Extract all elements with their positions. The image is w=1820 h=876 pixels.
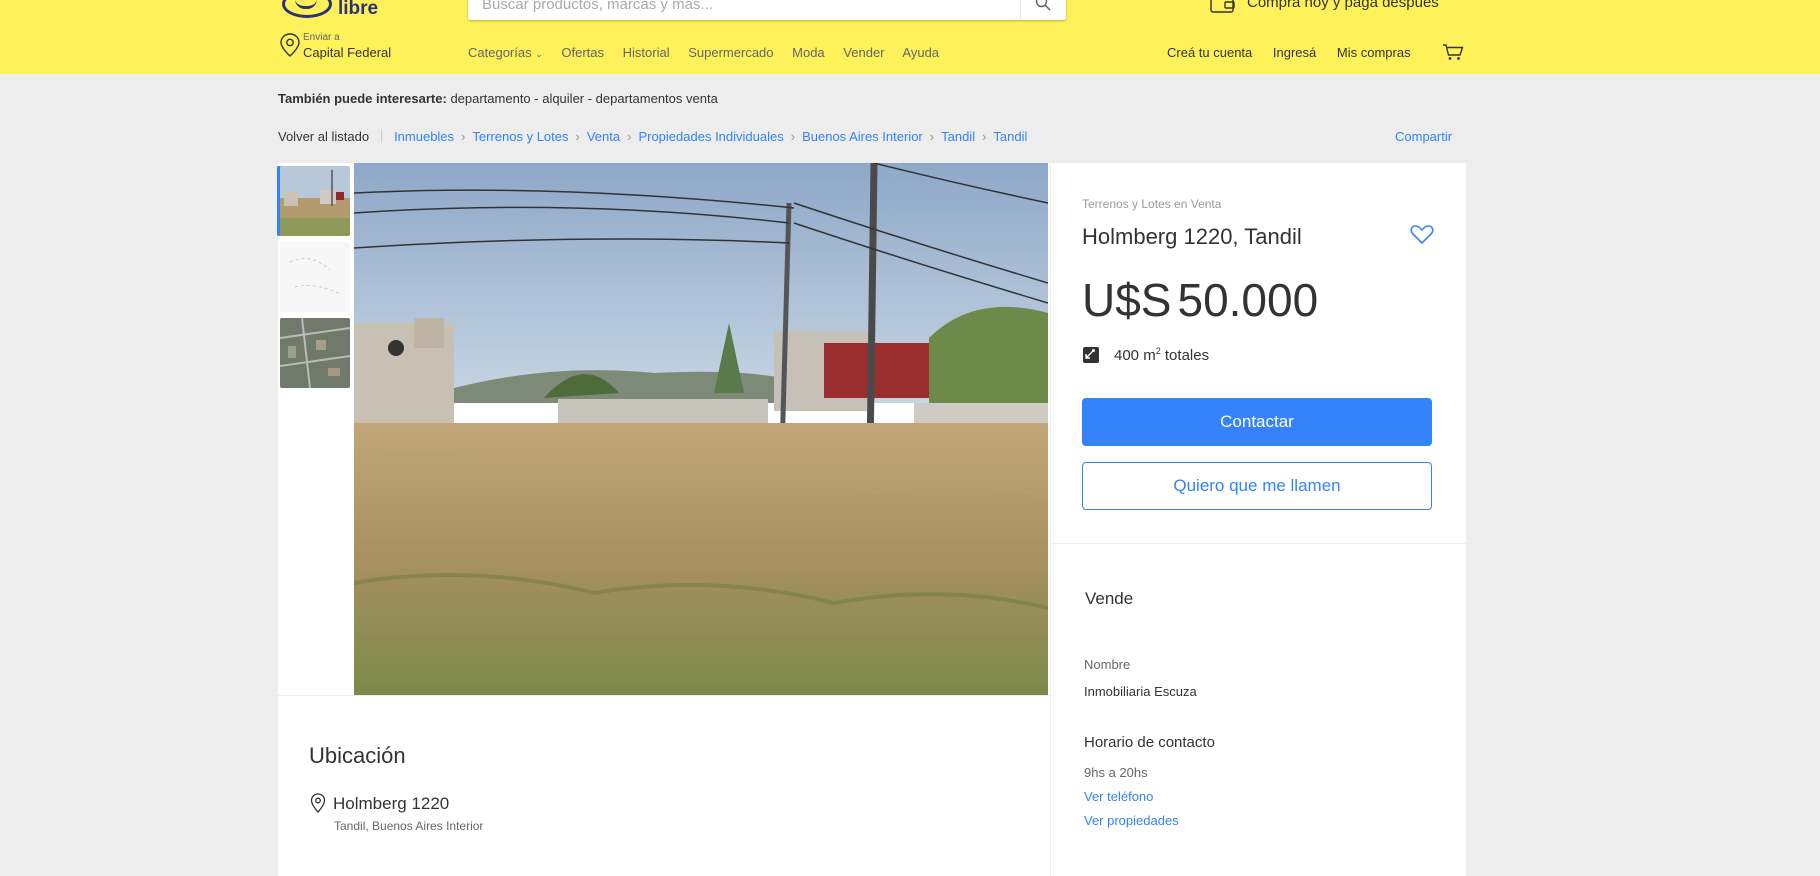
view-phone-link[interactable]: Ver teléfono <box>1084 789 1153 804</box>
wallet-icon <box>1210 0 1235 13</box>
chevron-right-icon: › <box>982 129 987 144</box>
price-amount: 50.000 <box>1177 274 1319 326</box>
divider <box>278 695 1050 696</box>
search-icon <box>1035 0 1051 11</box>
share-link[interactable]: Compartir <box>1395 129 1452 144</box>
cart-button[interactable] <box>1442 43 1464 66</box>
breadcrumb-item[interactable]: Terrenos y Lotes <box>472 129 568 144</box>
nav-label: Categorías <box>468 45 532 60</box>
listing-subtitle: Terrenos y Lotes en Venta <box>1082 197 1222 211</box>
location-title: Ubicación <box>309 743 406 768</box>
handshake-logo-icon <box>282 0 332 18</box>
contact-hours-label: Horario de contacto <box>1084 734 1215 751</box>
contact-button[interactable]: Contactar <box>1082 398 1432 446</box>
search-bar[interactable]: Buscar productos, marcas y más... <box>468 0 1066 20</box>
location-pin-icon <box>310 793 326 813</box>
breadcrumb-item[interactable]: Venta <box>587 129 620 144</box>
ship-label: Enviar a <box>303 32 340 43</box>
nav-supermercado[interactable]: Supermercado <box>688 45 773 60</box>
cart-icon <box>1443 44 1464 60</box>
promo-text: Comprá hoy y pagá después <box>1247 0 1439 11</box>
ship-to-location[interactable]: Enviar a Capital Federal <box>279 32 391 63</box>
seller-name-label: Nombre <box>1084 657 1131 672</box>
main-photo[interactable] <box>354 163 1048 695</box>
breadcrumb-item[interactable]: Inmuebles <box>394 129 454 144</box>
thumbnail-satellite[interactable] <box>280 318 350 388</box>
satellite-thumbnail <box>280 318 350 388</box>
nav-vender[interactable]: Vender <box>843 45 884 60</box>
request-call-button[interactable]: Quiero que me llamen <box>1082 462 1432 510</box>
location-region: Tandil, Buenos Aires Interior <box>334 819 484 833</box>
favorite-heart-icon[interactable] <box>1410 223 1434 245</box>
search-button[interactable] <box>1020 0 1066 20</box>
related-label: También puede interesarte: <box>278 91 447 106</box>
listing-title: Holmberg 1220, Tandil <box>1082 224 1302 249</box>
related-searches: También puede interesarte: departamento … <box>278 91 718 106</box>
chevron-right-icon: › <box>627 129 632 144</box>
breadcrumb: Volver al listado Inmuebles › Terrenos y Lo… <box>278 129 1027 144</box>
breadcrumb-item[interactable]: Tandil <box>993 129 1027 144</box>
mercadolibre-logo[interactable]: libre <box>282 0 382 20</box>
thumbnail-map[interactable] <box>280 242 350 312</box>
seller-title: Vende <box>1085 589 1134 608</box>
account-nav: Creá tu cuenta Ingresá Mis compras <box>1167 45 1428 60</box>
logo-text: libre <box>338 0 379 19</box>
divider <box>1050 163 1051 876</box>
breadcrumb-item[interactable]: Tandil <box>941 129 975 144</box>
nav-ofertas[interactable]: Ofertas <box>561 45 604 60</box>
chevron-right-icon: › <box>790 129 796 144</box>
divider <box>1050 543 1466 544</box>
breadcrumb-item[interactable]: Buenos Aires Interior <box>802 129 923 144</box>
back-to-list-link[interactable]: Volver al listado <box>278 129 369 144</box>
my-purchases-link[interactable]: Mis compras <box>1337 45 1411 60</box>
divider <box>381 129 383 143</box>
nav-categorias[interactable]: Categorías ⌄ <box>468 45 543 60</box>
location-address: Holmberg 1220 <box>333 794 450 813</box>
login-link[interactable]: Ingresá <box>1273 45 1316 60</box>
ship-location: Capital Federal <box>303 45 392 60</box>
main-nav: Categorías ⌄ Ofertas Historial Supermerc… <box>468 45 954 60</box>
vacant-lot-photo <box>354 163 1048 695</box>
location-pin-icon <box>280 33 300 57</box>
thumbnail-photo[interactable] <box>280 166 350 236</box>
chevron-down-icon: ⌄ <box>535 49 543 59</box>
chevron-right-icon: › <box>929 129 935 144</box>
related-links[interactable]: departamento - alquiler - departamentos … <box>450 91 717 106</box>
listing-price: U$S 50.000 <box>1082 273 1318 327</box>
nav-historial[interactable]: Historial <box>623 45 670 60</box>
contact-hours: 9hs a 20hs <box>1084 765 1148 780</box>
price-currency: U$S <box>1082 274 1172 326</box>
site-header: libre Buscar productos, marcas y más... … <box>0 0 1820 74</box>
area-unit-sup: 2 <box>1155 346 1161 356</box>
view-properties-link[interactable]: Ver propiedades <box>1084 813 1179 828</box>
lot-photo-thumbnail <box>280 166 350 236</box>
map-sketch-thumbnail <box>280 242 350 312</box>
breadcrumb-item[interactable]: Propiedades Individuales <box>638 129 783 144</box>
chevron-right-icon: › <box>461 129 466 144</box>
area-icon <box>1083 347 1099 363</box>
listing-card: Ubicación Holmberg 1220 Tandil, Buenos A… <box>278 163 1466 876</box>
seller-name: Inmobiliaria Escuza <box>1084 684 1197 699</box>
nav-ayuda[interactable]: Ayuda <box>902 45 939 60</box>
search-input[interactable]: Buscar productos, marcas y más... <box>482 0 713 13</box>
area-total: 400 m2 totales <box>1114 346 1209 364</box>
create-account-link[interactable]: Creá tu cuenta <box>1167 45 1252 60</box>
area-value: 400 m <box>1114 347 1156 364</box>
area-label: totales <box>1164 347 1210 364</box>
chevron-right-icon: › <box>575 129 580 144</box>
nav-moda[interactable]: Moda <box>792 45 825 60</box>
